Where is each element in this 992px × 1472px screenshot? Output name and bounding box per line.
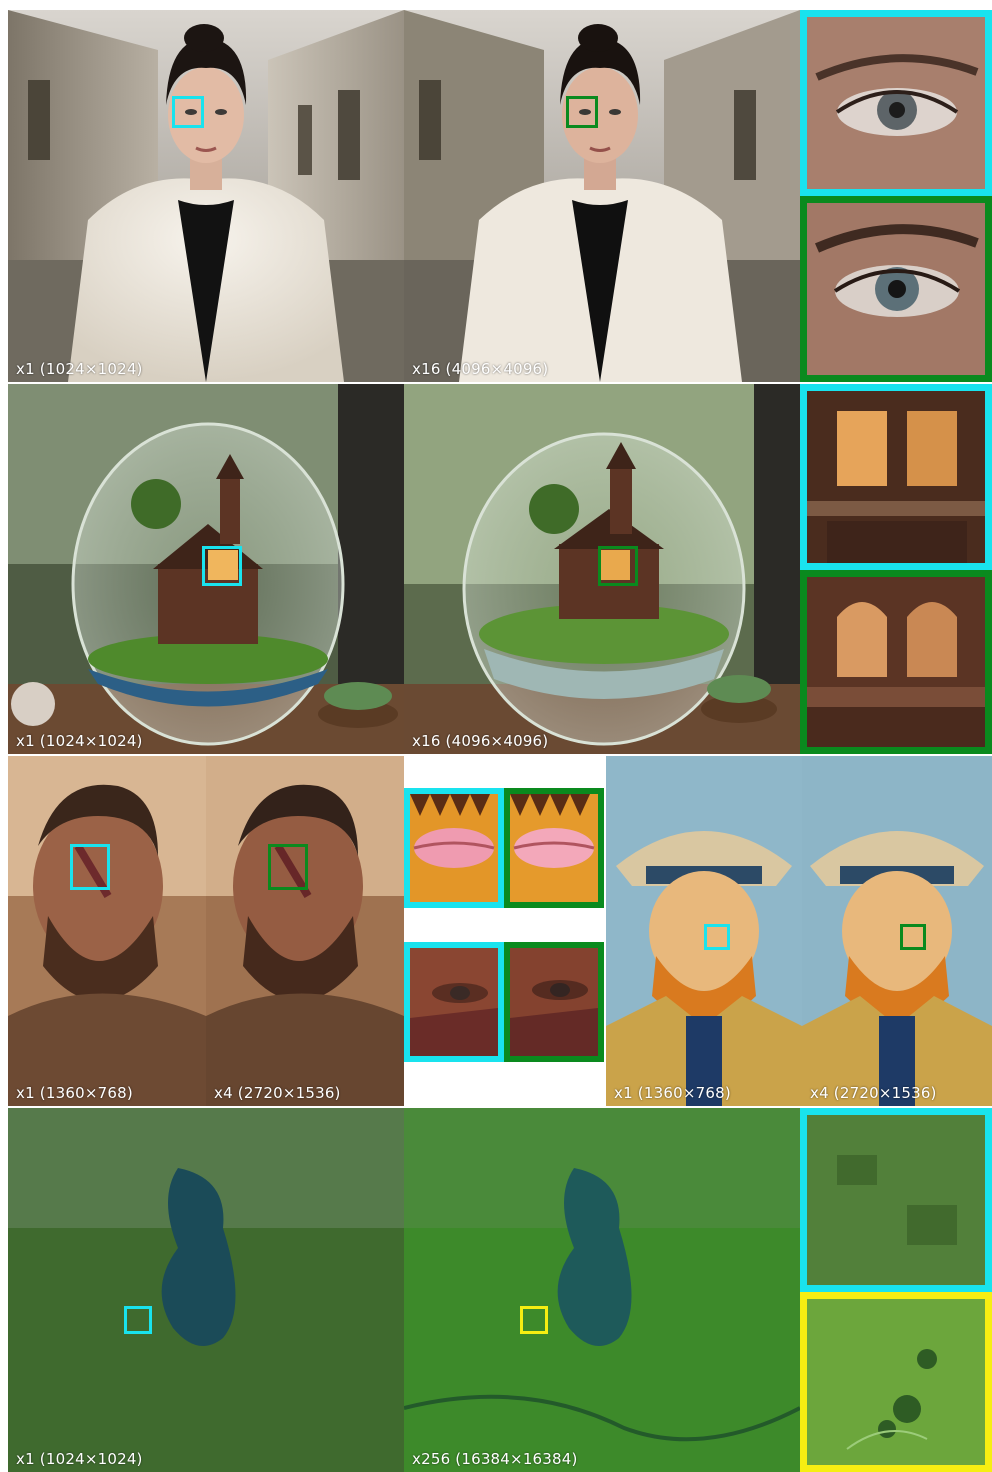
- forest-closeup-upscaled-image: [807, 1299, 985, 1465]
- row2-crop-green: [800, 570, 992, 754]
- row4-left-image: x1 (1024×1024): [8, 1108, 404, 1472]
- resolution-label: x256 (16384×16384): [412, 1450, 578, 1468]
- mosaic-lips-closeup-image: [410, 794, 498, 902]
- mosaic-portrait-upscaled-image: [802, 756, 992, 1106]
- resolution-label: x16 (4096×4096): [412, 360, 549, 378]
- zoom-region-marker-green: [566, 96, 598, 128]
- house-window-closeup-image: [807, 391, 985, 563]
- row1-crop-green: [800, 196, 992, 382]
- eye-closeup-upscaled-image: [807, 203, 985, 375]
- woman-portrait-upscaled-image: [404, 10, 800, 382]
- warrior-eye-closeup-upscaled-image: [510, 948, 598, 1056]
- zoom-region-marker-cyan: [202, 546, 242, 586]
- zoom-region-marker-cyan: [70, 844, 110, 890]
- resolution-label: x1 (1360×768): [614, 1084, 731, 1102]
- row3-warrior-crop-green: [504, 942, 604, 1062]
- row2-left-image: x1 (1024×1024): [8, 384, 404, 754]
- mosaic-lips-closeup-upscaled-image: [510, 794, 598, 902]
- eye-closeup-image: [807, 17, 985, 189]
- resolution-label: x1 (1024×1024): [16, 1450, 143, 1468]
- resolution-label: x4 (2720×1536): [810, 1084, 937, 1102]
- row1-left-image: x1 (1024×1024): [8, 10, 404, 382]
- row4-right-image: x256 (16384×16384): [404, 1108, 800, 1472]
- row3-mosaic-right-image: x4 (2720×1536): [802, 756, 992, 1106]
- resolution-label: x1 (1360×768): [16, 1084, 133, 1102]
- row1-crop-cyan: [800, 10, 992, 196]
- resolution-label: x1 (1024×1024): [16, 732, 143, 750]
- zoom-region-marker-cyan: [704, 924, 730, 950]
- zoom-region-marker-green: [598, 546, 638, 586]
- row3-warrior-left-image: x1 (1360×768): [8, 756, 206, 1106]
- woman-portrait-image: [8, 10, 404, 382]
- row3-mosaic-crop-cyan: [404, 788, 504, 908]
- zoom-region-marker-green: [900, 924, 926, 950]
- resolution-label: x16 (4096×4096): [412, 732, 549, 750]
- resolution-label: x4 (2720×1536): [214, 1084, 341, 1102]
- row3-mosaic-crop-green: [504, 788, 604, 908]
- zoom-region-marker-green: [268, 844, 308, 890]
- zoom-region-marker-yellow: [520, 1306, 548, 1334]
- aerial-forest-image: [8, 1108, 404, 1472]
- house-window-closeup-upscaled-image: [807, 577, 985, 747]
- row3-warrior-right-image: x4 (2720×1536): [206, 756, 404, 1106]
- zoom-region-marker-cyan: [124, 1306, 152, 1334]
- row2-crop-cyan: [800, 384, 992, 570]
- zoom-region-marker-cyan: [172, 96, 204, 128]
- warrior-eye-closeup-image: [410, 948, 498, 1056]
- warrior-portrait-upscaled-image: [206, 756, 404, 1106]
- warrior-portrait-image: [8, 756, 206, 1106]
- row4-crop-cyan: [800, 1108, 992, 1292]
- resolution-label: x1 (1024×1024): [16, 360, 143, 378]
- row3-mosaic-left-image: x1 (1360×768): [606, 756, 802, 1106]
- row3-warrior-crop-cyan: [404, 942, 504, 1062]
- row1-right-image: x16 (4096×4096): [404, 10, 800, 382]
- row4-crop-yellow: [800, 1292, 992, 1472]
- aerial-forest-upscaled-image: [404, 1108, 800, 1472]
- forest-closeup-image: [807, 1115, 985, 1285]
- row2-right-image: x16 (4096×4096): [404, 384, 800, 754]
